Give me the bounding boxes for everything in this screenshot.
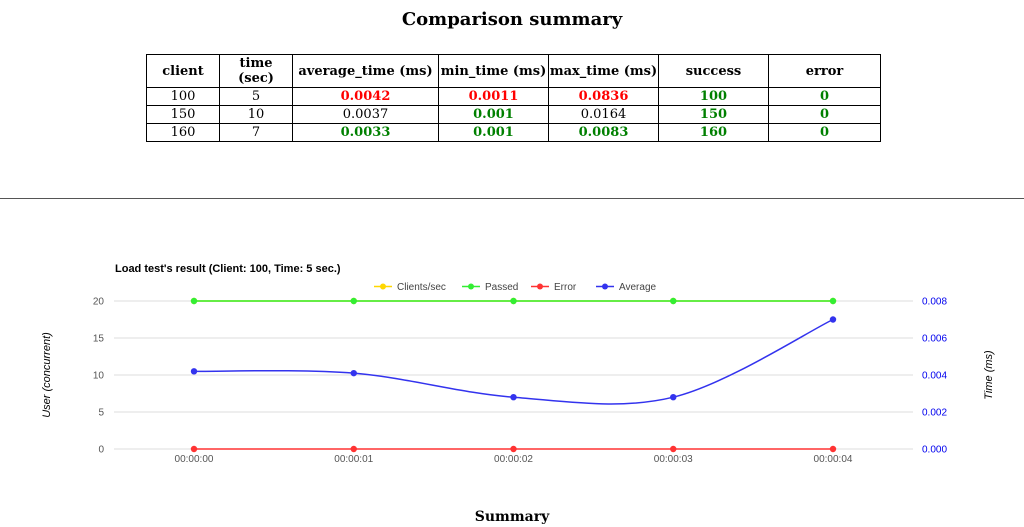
table-cell: 5 bbox=[219, 87, 293, 106]
y-tick-label: 15 bbox=[93, 334, 105, 345]
table-cell: 150 bbox=[146, 105, 220, 124]
legend-marker bbox=[537, 283, 543, 290]
table-cell: 0.0011 bbox=[438, 87, 549, 106]
table-cell: 7 bbox=[219, 123, 293, 142]
column-header: success bbox=[658, 54, 769, 88]
y2-tick-label: 0.004 bbox=[922, 371, 947, 382]
data-point bbox=[670, 445, 677, 453]
column-header: error bbox=[768, 54, 881, 88]
data-point bbox=[350, 445, 357, 453]
footer-title: Summary bbox=[474, 509, 550, 525]
legend-label: Passed bbox=[485, 282, 518, 293]
table-cell: 0 bbox=[768, 87, 881, 106]
table-cell: 100 bbox=[658, 87, 769, 106]
table-cell: 0.001 bbox=[438, 105, 549, 124]
legend-label: Average bbox=[619, 282, 657, 293]
legend-marker bbox=[380, 283, 386, 290]
comparison-table: client time (sec) average_time (ms) min_… bbox=[146, 54, 881, 142]
table-cell: 0.0836 bbox=[548, 87, 659, 106]
y-tick-label: 10 bbox=[93, 371, 105, 382]
table-cell: 0.001 bbox=[438, 123, 549, 142]
table-cell: 0.0083 bbox=[548, 123, 659, 142]
y2-tick-label: 0.000 bbox=[922, 445, 947, 456]
table-cell: 10 bbox=[219, 105, 293, 124]
table-row: 150 10 0.0037 0.001 0.0164 150 0 bbox=[146, 105, 881, 124]
x-tick-label: 00:00:02 bbox=[494, 454, 533, 465]
table-cell: 0.0042 bbox=[292, 87, 439, 106]
table-header-row: client time (sec) average_time (ms) min_… bbox=[146, 54, 881, 88]
page-title: Comparison summary bbox=[401, 9, 623, 30]
table-cell: 160 bbox=[146, 123, 220, 142]
data-point bbox=[190, 368, 198, 375]
y-tick-label: 20 bbox=[93, 297, 105, 308]
load-test-chart: 20 15 10 5 0 0.008 0.006 0.004 0.002 0.000 00:00:0… bbox=[41, 282, 995, 465]
legend-label: Clients/sec bbox=[397, 282, 446, 293]
table-cell: 150 bbox=[658, 105, 769, 124]
legend-marker bbox=[468, 283, 474, 290]
table-cell: 100 bbox=[146, 87, 220, 106]
table-cell: 160 bbox=[658, 123, 769, 142]
column-header: time (sec) bbox=[219, 54, 293, 88]
x-tick-label: 00:00:01 bbox=[334, 454, 373, 465]
divider bbox=[0, 198, 1024, 199]
table-cell: 0.0164 bbox=[548, 105, 659, 124]
data-point bbox=[190, 445, 198, 453]
data-point bbox=[829, 316, 837, 323]
data-point bbox=[829, 297, 837, 305]
series-line bbox=[193, 318, 834, 405]
y2-tick-label: 0.006 bbox=[922, 334, 947, 345]
data-point bbox=[670, 394, 677, 401]
column-header: min_time (ms) bbox=[438, 54, 549, 88]
legend-label: Error bbox=[554, 282, 577, 293]
data-point bbox=[510, 394, 517, 401]
data-point bbox=[829, 445, 837, 453]
table-cell: 0.0033 bbox=[292, 123, 439, 142]
y-tick-label: 0 bbox=[98, 445, 104, 456]
data-point bbox=[190, 297, 198, 305]
column-header: max_time (ms) bbox=[548, 54, 659, 88]
y-tick-label: 5 bbox=[98, 408, 104, 419]
table-cell: 0 bbox=[768, 105, 881, 124]
y2-tick-label: 0.002 bbox=[922, 408, 947, 419]
column-header: client bbox=[146, 54, 220, 88]
x-tick-label: 00:00:04 bbox=[814, 454, 853, 465]
legend-marker bbox=[602, 283, 608, 290]
table-cell: 0.0037 bbox=[292, 105, 439, 124]
x-tick-label: 00:00:00 bbox=[175, 454, 214, 465]
column-header: average_time (ms) bbox=[292, 54, 439, 88]
y-axis-title: User (concurrent) bbox=[41, 332, 53, 418]
y2-axis-title: Time (ms) bbox=[983, 350, 995, 400]
table-cell: 0 bbox=[768, 123, 881, 142]
data-point bbox=[510, 297, 517, 305]
data-point bbox=[350, 297, 357, 305]
table-row: 160 7 0.0033 0.001 0.0083 160 0 bbox=[146, 123, 881, 142]
x-tick-label: 00:00:03 bbox=[654, 454, 693, 465]
data-point bbox=[510, 445, 517, 453]
y2-tick-label: 0.008 bbox=[922, 297, 947, 308]
data-point bbox=[670, 297, 677, 305]
data-point bbox=[350, 369, 357, 377]
table-row: 100 5 0.0042 0.0011 0.0836 100 0 bbox=[146, 87, 881, 106]
